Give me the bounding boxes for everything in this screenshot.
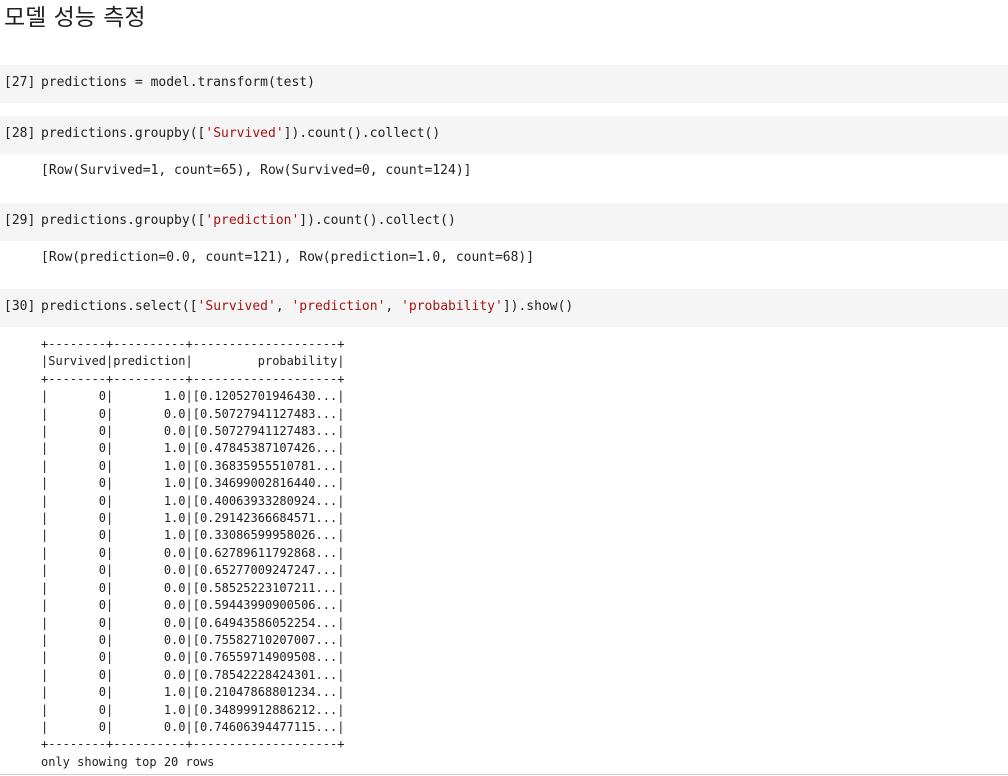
cell-output: [Row(Survived=1, count=65), Row(Survived… (41, 163, 472, 178)
code-token: , (385, 299, 402, 314)
code-token: predictions.groupby([ (41, 126, 206, 141)
table-row: | 0| 0.0|[0.59443990900506...| (41, 598, 345, 613)
divider (0, 774, 1008, 775)
table-row: | 0| 0.0|[0.58525223107211...| (41, 580, 345, 595)
code-line[interactable]: predictions = model.transform(test) (41, 75, 315, 90)
table-row: | 0| 0.0|[0.78542228424301...| (41, 667, 345, 682)
code-token: ]).count().collect() (299, 213, 456, 228)
cell-output: [Row(prediction=0.0, count=121), Row(pre… (41, 250, 535, 265)
code-token: predictions = model.transform(test) (41, 75, 315, 90)
table-row: | 0| 1.0|[0.40063933280924...| (41, 493, 345, 508)
code-token: predictions.select([ (41, 299, 198, 314)
table-row: | 0| 0.0|[0.50727941127483...| (41, 424, 345, 439)
code-line[interactable]: predictions.groupby(['Survived']).count(… (41, 126, 440, 141)
cell-execution-count: [27] (4, 75, 36, 90)
table-row: | 0| 0.0|[0.76559714909508...| (41, 650, 345, 665)
table-row: | 0| 1.0|[0.21047868801234...| (41, 685, 345, 700)
table-header-row: |Survived|prediction| probability| (41, 354, 345, 369)
cell-execution-count: [29] (4, 213, 36, 228)
table-row: | 0| 1.0|[0.34699002816440...| (41, 476, 345, 491)
table-row: | 0| 0.0|[0.65277009247247...| (41, 563, 345, 578)
table-row: | 0| 0.0|[0.64943586052254...| (41, 615, 345, 630)
code-token: predictions.groupby([ (41, 213, 206, 228)
code-token: , (275, 299, 292, 314)
table-row: | 0| 0.0|[0.62789611792868...| (41, 545, 345, 560)
code-line[interactable]: predictions.select(['Survived', 'predict… (41, 299, 573, 314)
table-row: | 0| 0.0|[0.74606394477115...| (41, 719, 345, 734)
string-literal: 'Survived' (205, 126, 284, 141)
code-token: ]).show() (502, 299, 574, 314)
table-border: +--------+----------+-------------------… (41, 371, 345, 386)
table-row: | 0| 1.0|[0.29142366684571...| (41, 511, 345, 526)
table-footer-note: only showing top 20 rows (41, 754, 215, 769)
dataframe-show-output: +--------+----------+-------------------… (41, 336, 344, 771)
table-row: | 0| 1.0|[0.33086599958026...| (41, 528, 345, 543)
cell-execution-count: [28] (4, 126, 36, 141)
table-border: +--------+----------+-------------------… (41, 337, 345, 351)
string-literal: 'prediction' (205, 213, 300, 228)
string-literal: 'probability' (401, 299, 503, 314)
table-row: | 0| 1.0|[0.34899912886212...| (41, 702, 345, 717)
table-row: | 0| 0.0|[0.50727941127483...| (41, 406, 345, 421)
cell-execution-count: [30] (4, 299, 36, 314)
string-literal: 'prediction' (291, 299, 386, 314)
table-row: | 0| 1.0|[0.36835955510781...| (41, 458, 345, 473)
code-line[interactable]: predictions.groupby(['prediction']).coun… (41, 213, 456, 228)
table-row: | 0| 1.0|[0.47845387107426...| (41, 441, 345, 456)
table-row: | 0| 0.0|[0.75582710207007...| (41, 632, 345, 647)
string-literal: 'Survived' (197, 299, 276, 314)
table-row: | 0| 1.0|[0.12052701946430...| (41, 389, 345, 404)
code-token: ]).count().collect() (283, 126, 441, 141)
table-border: +--------+----------+-------------------… (41, 737, 345, 752)
section-heading: 모델 성능 측정 (4, 5, 146, 31)
